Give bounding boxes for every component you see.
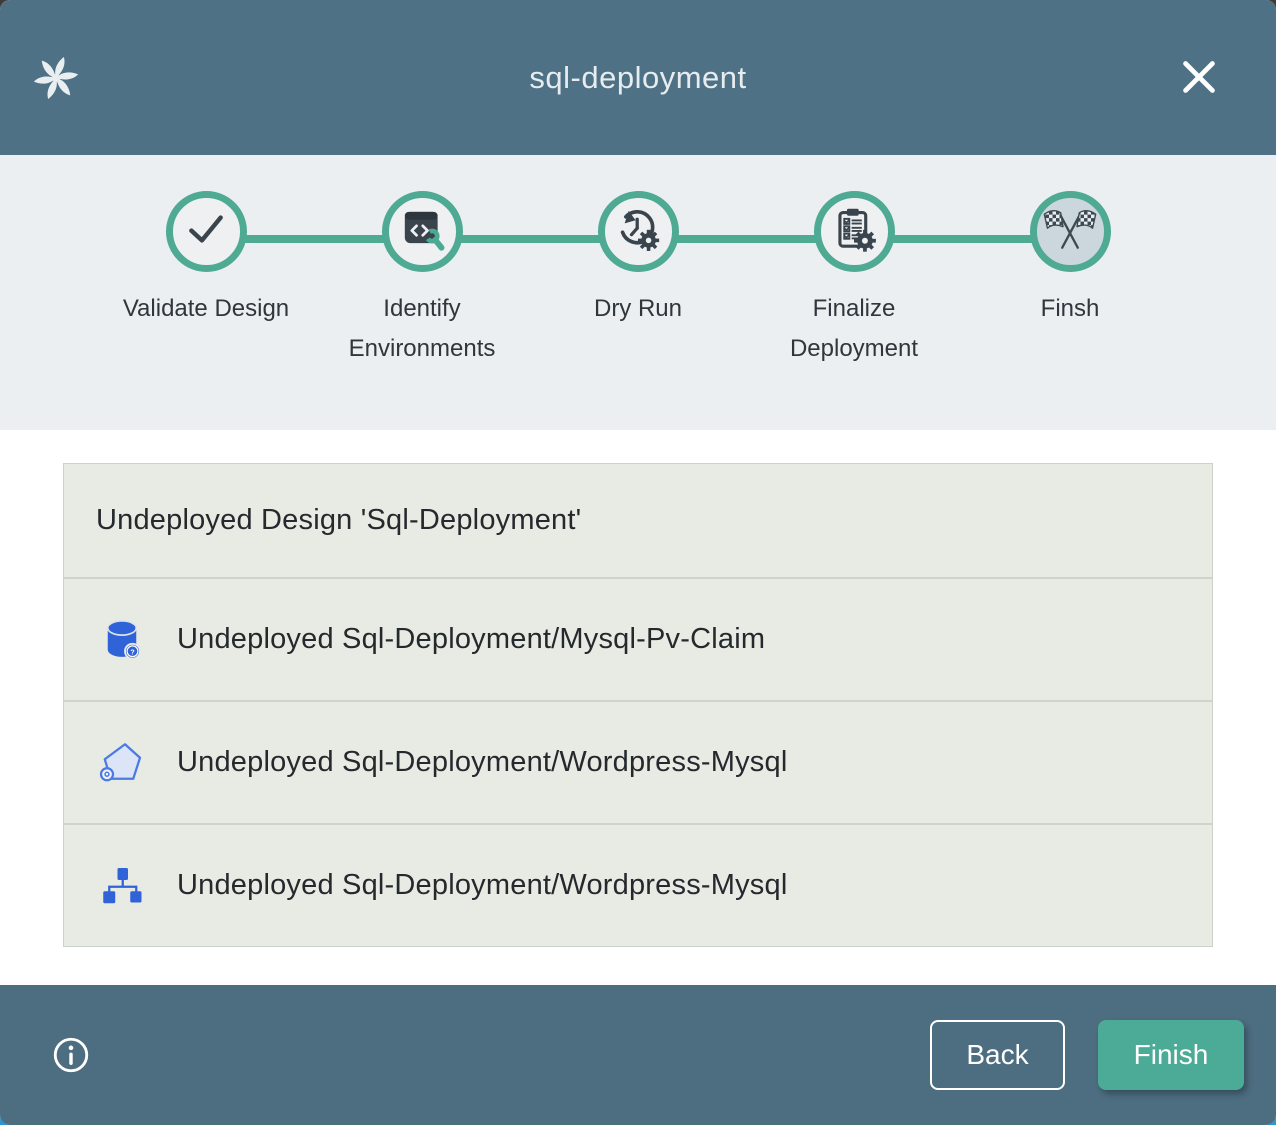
step-label: Finalize Deployment [765, 289, 943, 369]
result-row-wordpress-mysql-1: Undeployed Sql-Deployment/Wordpress-Mysq… [64, 700, 1212, 823]
step-finish[interactable]: Finsh [962, 191, 1178, 369]
step-label: Validate Design [117, 289, 295, 329]
meshery-logo-icon [28, 50, 84, 106]
step-identify-environments[interactable]: Identify Environments [314, 191, 530, 369]
dialog-title: sql-deployment [529, 60, 746, 96]
step-finalize-deployment[interactable]: Finalize Deployment [746, 191, 962, 369]
result-row-wordpress-mysql-2: Undeployed Sql-Deployment/Wordpress-Mysq… [64, 823, 1212, 946]
svg-text:?: ? [130, 648, 134, 656]
code-window-wrench-icon [397, 204, 447, 259]
step-label: Finsh [981, 289, 1159, 329]
step-circle [166, 191, 247, 272]
step-label: Dry Run [549, 289, 727, 329]
step-dry-run[interactable]: Dry Run [530, 191, 746, 369]
close-icon [1176, 54, 1222, 103]
step-validate-design[interactable]: Validate Design [98, 191, 314, 369]
deployment-results-panel: Undeployed Design 'Sql-Deployment' ? Und… [63, 463, 1213, 947]
back-button[interactable]: Back [930, 1020, 1065, 1090]
check-icon [180, 203, 232, 260]
result-text: Undeployed Sql-Deployment/Wordpress-Mysq… [177, 869, 787, 902]
pentagon-icon [98, 739, 146, 787]
close-button[interactable] [1174, 53, 1224, 103]
result-text: Undeployed Design 'Sql-Deployment' [96, 504, 581, 537]
history-gear-icon [612, 203, 664, 260]
info-icon [50, 1064, 92, 1079]
step-circle [598, 191, 679, 272]
step-circle [814, 191, 895, 272]
finish-button[interactable]: Finish [1098, 1020, 1244, 1090]
result-row-design: Undeployed Design 'Sql-Deployment' [64, 464, 1212, 577]
result-text: Undeployed Sql-Deployment/Wordpress-Mysq… [177, 746, 787, 779]
result-text: Undeployed Sql-Deployment/Mysql-Pv-Claim [177, 623, 765, 656]
dialog-header: sql-deployment [0, 0, 1276, 155]
deployment-wizard-dialog: sql-deployment [0, 0, 1276, 1125]
clipboard-gear-icon [829, 204, 879, 259]
wizard-stepper: Validate Design [0, 155, 1276, 430]
result-row-mysql-pv-claim: ? Undeployed Sql-Deployment/Mysql-Pv-Cla… [64, 577, 1212, 700]
step-circle [382, 191, 463, 272]
results-content: Undeployed Design 'Sql-Deployment' ? Und… [0, 430, 1276, 985]
step-label: Identify Environments [333, 289, 511, 369]
dialog-footer: Back Finish [0, 985, 1276, 1125]
info-button[interactable] [50, 1034, 92, 1076]
hierarchy-icon [98, 862, 146, 910]
database-icon: ? [98, 616, 146, 664]
step-circle-active [1030, 191, 1111, 272]
checkered-flags-icon [1042, 204, 1098, 259]
